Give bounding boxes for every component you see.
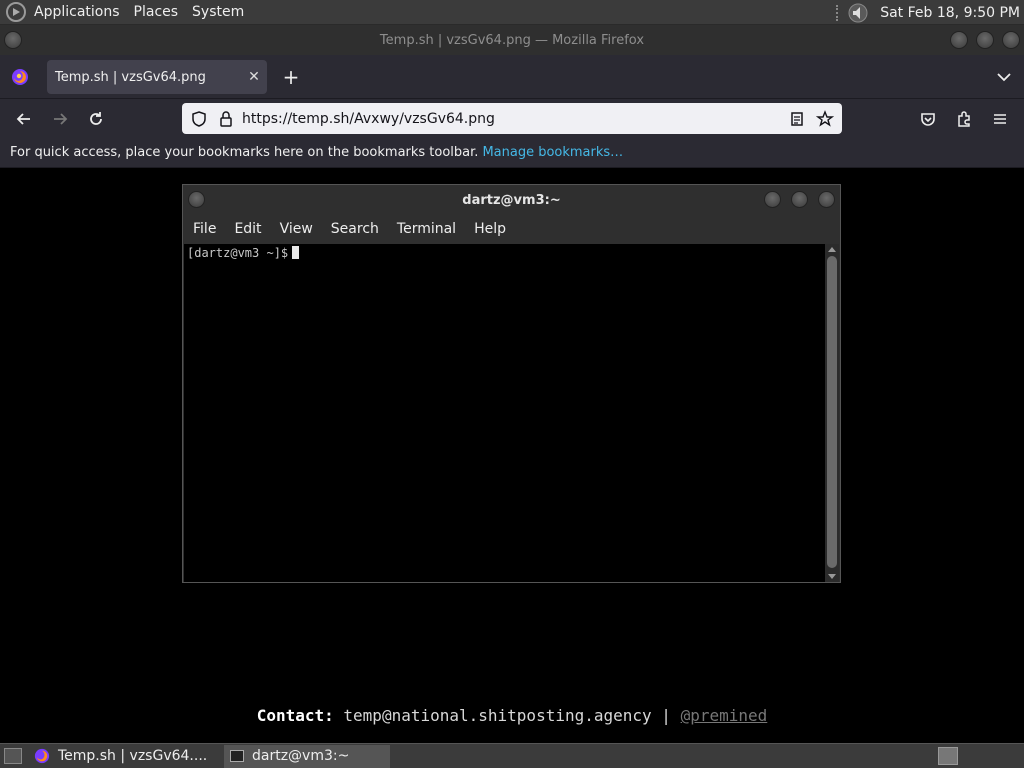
- terminal-minimize-icon: [764, 191, 781, 208]
- firefox-icon: [34, 748, 50, 764]
- lock-icon[interactable]: [218, 110, 234, 128]
- browser-window-titlebar[interactable]: Temp.sh | vzsGv64.png — Mozilla Firefox: [0, 25, 1024, 55]
- url-bar[interactable]: https://temp.sh/Avxwy/vzsGv64.png: [182, 103, 842, 134]
- terminal-menu-file: File: [193, 221, 217, 237]
- terminal-prompt-line: [dartz@vm3 ~]$: [184, 244, 826, 262]
- applications-menu[interactable]: Applications: [34, 4, 120, 20]
- forward-button[interactable]: [48, 107, 72, 131]
- navigation-bar: https://temp.sh/Avxwy/vzsGv64.png: [0, 98, 1024, 138]
- volume-icon[interactable]: [848, 3, 868, 23]
- terminal-prompt: [dartz@vm3 ~]$: [187, 246, 289, 260]
- bottom-panel: Temp.sh | vzsGv64.... dartz@vm3:~: [0, 743, 1024, 768]
- places-menu[interactable]: Places: [134, 4, 179, 20]
- terminal-menu-terminal: Terminal: [396, 221, 457, 237]
- taskbar-item-label: Temp.sh | vzsGv64....: [58, 748, 208, 764]
- manage-bookmarks-link[interactable]: Manage bookmarks…: [482, 145, 623, 160]
- terminal-window-menu-icon: [188, 191, 205, 208]
- reload-button[interactable]: [84, 107, 108, 131]
- scroll-down-arrow-icon: [828, 574, 836, 579]
- terminal-title: dartz@vm3:~: [462, 192, 561, 208]
- back-button[interactable]: [12, 107, 36, 131]
- extensions-button[interactable]: [952, 107, 976, 131]
- chevron-down-icon[interactable]: [994, 67, 1014, 87]
- terminal-menu-search: Search: [330, 221, 379, 237]
- app-menu-button[interactable]: [988, 107, 1012, 131]
- new-tab-icon[interactable]: +: [280, 65, 302, 89]
- browser-window-title: Temp.sh | vzsGv64.png — Mozilla Firefox: [379, 32, 645, 48]
- url-text[interactable]: https://temp.sh/Avxwy/vzsGv64.png: [242, 111, 788, 127]
- close-tab-icon[interactable]: ✕: [241, 69, 267, 85]
- puzzle-icon: [958, 111, 970, 127]
- terminal-maximize-icon: [791, 191, 808, 208]
- pocket-icon: [921, 113, 935, 126]
- terminal-body: [dartz@vm3 ~]$: [184, 244, 826, 582]
- tab-temp-sh[interactable]: Temp.sh | vzsGv64.png ✕: [47, 60, 267, 94]
- arrow-right-icon: [54, 113, 68, 125]
- close-window-button[interactable]: [1002, 31, 1020, 49]
- bookmarks-hint-text: For quick access, place your bookmarks h…: [10, 145, 479, 160]
- clock[interactable]: Sat Feb 18, 9:50 PM: [880, 5, 1020, 21]
- terminal-close-icon: [818, 191, 835, 208]
- arrow-left-icon: [16, 113, 30, 125]
- terminal-scrollbar: [825, 244, 839, 582]
- contact-separator: |: [661, 706, 671, 725]
- contact-label: Contact:: [256, 706, 334, 725]
- tab-label: Temp.sh | vzsGv64.png: [55, 69, 206, 85]
- scroll-up-arrow-icon: [828, 247, 836, 252]
- reload-icon: [90, 112, 102, 125]
- taskbar-item-firefox[interactable]: Temp.sh | vzsGv64....: [28, 745, 224, 768]
- terminal-menubar: File Edit View Search Terminal Help: [183, 215, 840, 243]
- maximize-button[interactable]: [976, 31, 994, 49]
- firefox-icon[interactable]: [11, 68, 29, 86]
- tab-bar: Temp.sh | vzsGv64.png ✕ +: [0, 55, 1024, 98]
- contact-email: temp@national.shitposting.agency: [343, 706, 652, 725]
- contact-handle-link[interactable]: @premined: [681, 706, 768, 725]
- terminal-screenshot-image: dartz@vm3:~ File Edit View Search Termin…: [182, 184, 841, 583]
- minimize-button[interactable]: [950, 31, 968, 49]
- window-menu-button[interactable]: [4, 31, 22, 49]
- terminal-scroll-thumb: [827, 256, 837, 568]
- terminal-titlebar: dartz@vm3:~: [183, 185, 840, 215]
- show-desktop-icon[interactable]: [4, 748, 22, 764]
- shield-icon[interactable]: [190, 110, 208, 128]
- terminal-menu-help: Help: [474, 221, 506, 237]
- top-panel: Applications Places System Sat Feb 18, 9…: [0, 0, 1024, 25]
- taskbar-item-label: dartz@vm3:~: [252, 748, 350, 764]
- contact-line: Contact: temp@national.shitposting.agenc…: [0, 706, 1024, 725]
- bookmarks-toolbar: For quick access, place your bookmarks h…: [0, 138, 1024, 168]
- terminal-icon: [230, 750, 244, 762]
- workspace-switcher[interactable]: [938, 747, 958, 765]
- reader-view-icon[interactable]: [788, 110, 806, 128]
- distro-logo-icon[interactable]: [6, 2, 26, 22]
- terminal-cursor: [292, 246, 300, 259]
- page-content: dartz@vm3:~ File Edit View Search Termin…: [0, 168, 1024, 743]
- hamburger-menu-icon: [994, 114, 1006, 124]
- system-menu[interactable]: System: [192, 4, 244, 20]
- star-bookmark-icon[interactable]: [816, 109, 834, 128]
- panel-drag-handle[interactable]: [836, 4, 840, 21]
- pocket-button[interactable]: [916, 107, 940, 131]
- terminal-menu-edit: Edit: [234, 221, 262, 237]
- terminal-menu-view: View: [279, 221, 313, 237]
- taskbar-item-terminal[interactable]: dartz@vm3:~: [224, 744, 390, 768]
